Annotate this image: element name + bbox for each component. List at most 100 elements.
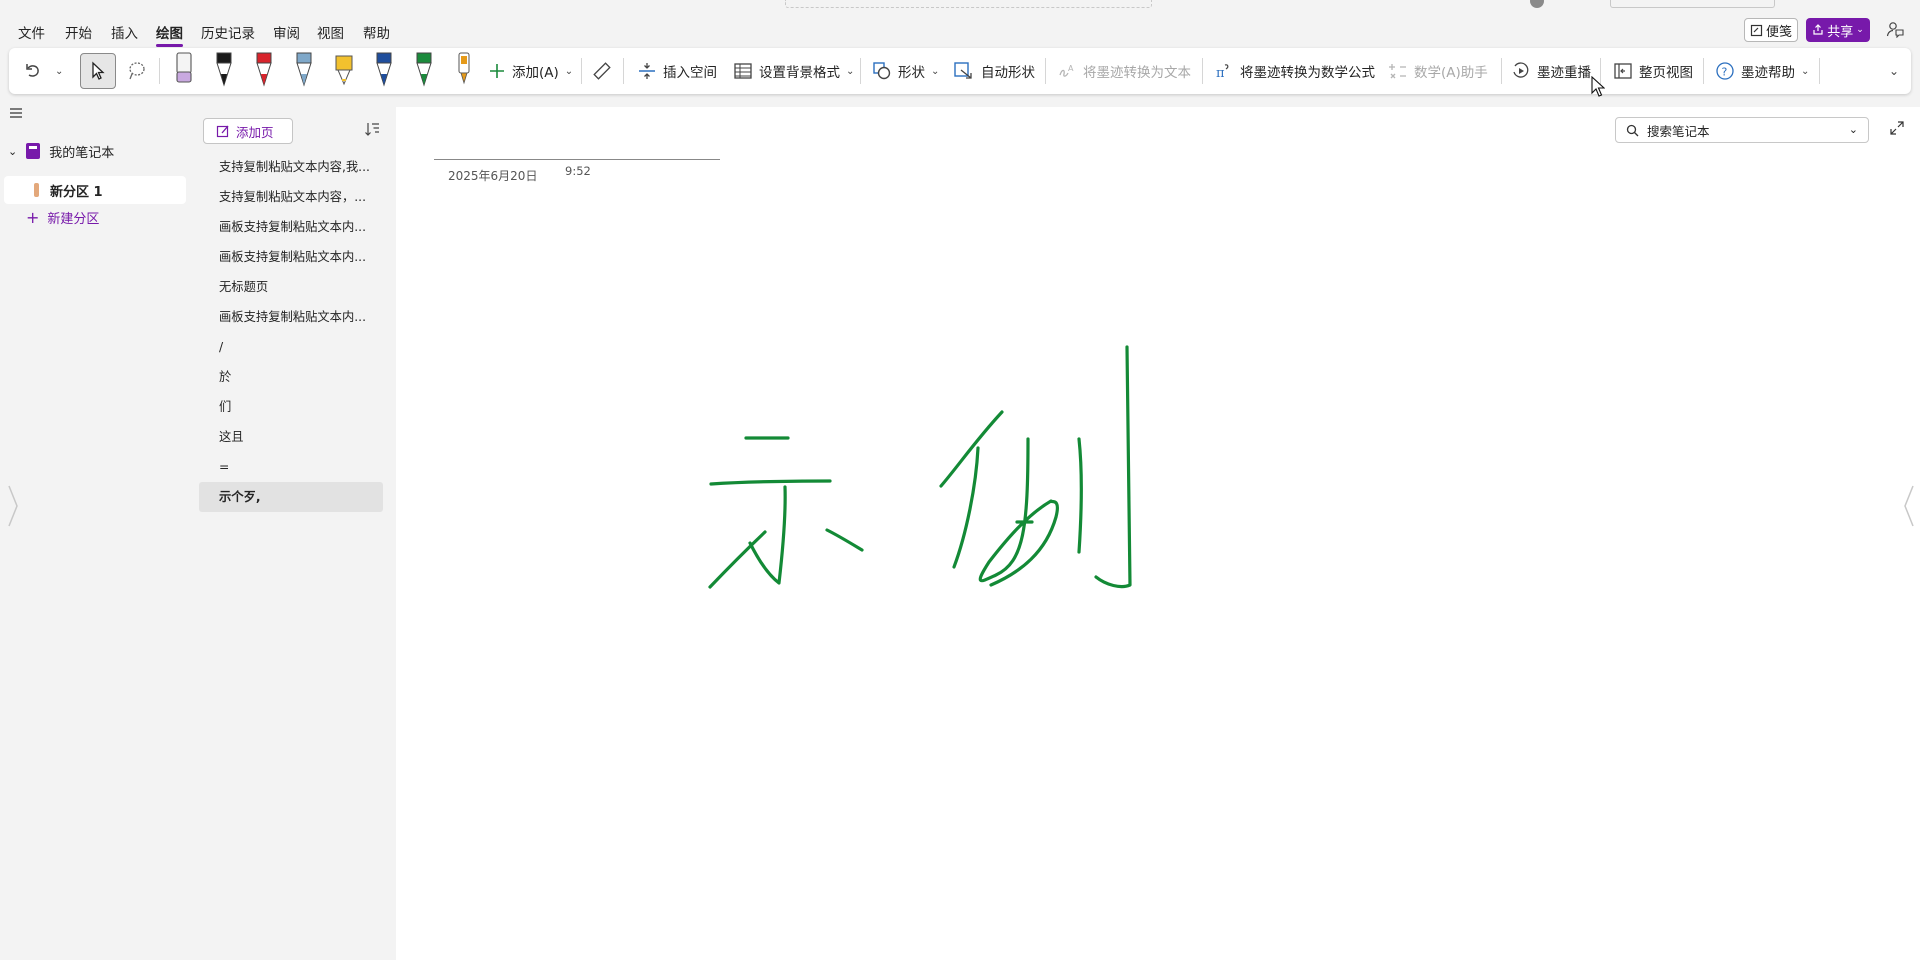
ink-help-button[interactable]: ? 墨迹帮助 ⌄ [1715, 56, 1809, 86]
chevron-down-icon: ⌄ [1801, 65, 1810, 77]
menu-insert[interactable]: 插入 [111, 22, 138, 42]
page-list: 支持复制粘贴文本内容,我... 支持复制粘贴文本内容，... 画板支持复制粘贴文… [199, 152, 383, 512]
ink-drawing[interactable] [396, 107, 1920, 960]
section-item-1[interactable]: 新分区 1 [4, 176, 186, 204]
ink-to-text-button[interactable]: A 将墨迹转换为文本 [1057, 56, 1191, 86]
draw-ribbon: ⌄ 添加(A) ⌄ 插入空间 设置背景格式 ⌄ 形状 ⌄ 自动形状 A 将墨迹转… [9, 48, 1911, 94]
add-page-button[interactable]: 添加页 [203, 118, 293, 144]
auto-shapes-button[interactable]: 自动形状 [953, 56, 1035, 86]
page-item[interactable]: 於 [199, 362, 383, 392]
math-assistant-label: 数学(A)助手 [1414, 65, 1488, 81]
page-item[interactable]: / [199, 332, 383, 362]
ink-replay-icon [1513, 62, 1529, 78]
full-page-view-button[interactable]: 整页视图 [1613, 56, 1693, 86]
chevron-down-icon: ⌄ [1856, 25, 1864, 35]
shapes-button[interactable]: 形状 ⌄ [872, 56, 939, 86]
ribbon-separator [1202, 58, 1203, 84]
background-format-button[interactable]: 设置背景格式 ⌄ [733, 56, 854, 86]
new-section-label: 新建分区 [47, 212, 100, 227]
account-avatar[interactable] [1530, 0, 1544, 8]
auto-shapes-icon [954, 62, 972, 79]
add-pen-button[interactable]: 添加(A) ⌄ [488, 56, 573, 86]
page-item[interactable]: 支持复制粘贴文本内容,我... [199, 152, 383, 182]
share-icon [1813, 24, 1823, 35]
background-format-label: 设置背景格式 [759, 65, 840, 81]
share-label: 共享 [1827, 24, 1854, 40]
sticky-notes-button[interactable]: 便笺 [1744, 18, 1798, 42]
add-page-label: 添加页 [236, 124, 274, 140]
ribbon-separator [860, 58, 861, 84]
math-assistant-button[interactable]: 数学(A)助手 [1388, 56, 1488, 86]
page-background-icon [734, 63, 752, 79]
menu-file[interactable]: 文件 [18, 22, 45, 42]
ink-to-text-icon: A [1059, 64, 1074, 77]
math-assistant-icon [1389, 64, 1406, 79]
page-item[interactable]: 这且 [199, 422, 383, 452]
page-item[interactable]: 画板支持复制粘贴文本内... [199, 242, 383, 272]
section-label: 新分区 1 [50, 184, 103, 200]
pointer-icon [92, 61, 105, 80]
page-item[interactable]: 支持复制粘贴文本内容，... [199, 182, 383, 212]
title-search-box[interactable] [785, 0, 1152, 8]
pen-pen-2[interactable] [216, 52, 232, 87]
lasso-select-button[interactable] [126, 56, 148, 86]
page-item[interactable]: 画板支持复制粘贴文本内... [199, 302, 383, 332]
title-bar [0, 0, 1920, 12]
auto-shapes-label: 自动形状 [981, 65, 1035, 81]
ruler-icon [593, 62, 611, 80]
menu-home[interactable]: 开始 [65, 22, 92, 42]
svg-text:π: π [1216, 66, 1225, 81]
new-section-button[interactable]: + 新建分区 [26, 208, 99, 227]
chevron-down-icon: ⌄ [1889, 64, 1900, 78]
notebook-item[interactable]: ⌄ 我的笔记本 [8, 136, 186, 166]
right-expand-grip[interactable] [1902, 484, 1916, 528]
ink-replay-label: 墨迹重播 [1537, 65, 1591, 81]
sticky-notes-label: 便笺 [1765, 24, 1792, 40]
title-bar-box[interactable] [1610, 0, 1775, 8]
pen-pen-6[interactable] [376, 52, 392, 87]
page-canvas[interactable]: 2025年6月20日 9:52 搜索笔记本 ⌄ [396, 107, 1920, 960]
ribbon-separator [1045, 58, 1046, 84]
pen-pen-3[interactable] [256, 52, 272, 87]
ink-to-text-label: 将墨迹转换为文本 [1083, 65, 1191, 81]
chevron-down-icon: ⌄ [931, 65, 940, 77]
page-item-selected[interactable]: 示个歹, [199, 482, 383, 512]
pen-highlighter-5[interactable] [335, 55, 353, 86]
menu-help[interactable]: 帮助 [363, 22, 390, 42]
pen-eraser-1[interactable] [176, 52, 192, 83]
ribbon-collapse-button[interactable]: ⌄ [1889, 56, 1899, 86]
notebook-icon [26, 143, 41, 159]
plus-icon: + [26, 208, 40, 227]
plus-icon [490, 64, 504, 78]
hamburger-icon [10, 108, 22, 118]
pen-pen-4[interactable] [296, 52, 312, 87]
menu-draw[interactable]: 绘图 [156, 22, 183, 47]
ribbon-separator [1819, 58, 1820, 84]
chevron-down-icon: ⌄ [55, 65, 64, 77]
undo-button[interactable] [23, 56, 43, 86]
nav-toggle-button[interactable] [9, 107, 23, 123]
add-page-icon [216, 125, 229, 138]
svg-text:?: ? [1722, 66, 1728, 79]
ribbon-separator [159, 58, 160, 84]
page-item[interactable]: 们 [199, 392, 383, 422]
sort-icon [365, 123, 379, 136]
menu-view[interactable]: 视图 [317, 22, 344, 42]
menu-review[interactable]: 审阅 [273, 22, 300, 42]
page-item[interactable]: = [199, 452, 383, 482]
page-item[interactable]: 无标题页 [199, 272, 383, 302]
left-expand-grip[interactable] [6, 484, 20, 528]
pen-pen-7[interactable] [416, 52, 432, 87]
menu-history[interactable]: 历史记录 [201, 22, 255, 42]
sort-pages-button[interactable] [364, 121, 380, 141]
ink-replay-button[interactable]: 墨迹重播 [1511, 56, 1591, 86]
pen-marker-8[interactable] [458, 52, 470, 85]
ruler-button[interactable] [591, 56, 613, 86]
page-item[interactable]: 画板支持复制粘贴文本内... [199, 212, 383, 242]
feedback-button[interactable] [1884, 18, 1906, 40]
ink-to-math-button[interactable]: π 将墨迹转换为数学公式 [1214, 56, 1375, 86]
insert-space-button[interactable]: 插入空间 [637, 56, 717, 86]
undo-dropdown[interactable]: ⌄ [55, 56, 63, 86]
share-button[interactable]: 共享 ⌄ [1806, 18, 1870, 42]
chevron-down-icon: ⌄ [564, 65, 574, 77]
